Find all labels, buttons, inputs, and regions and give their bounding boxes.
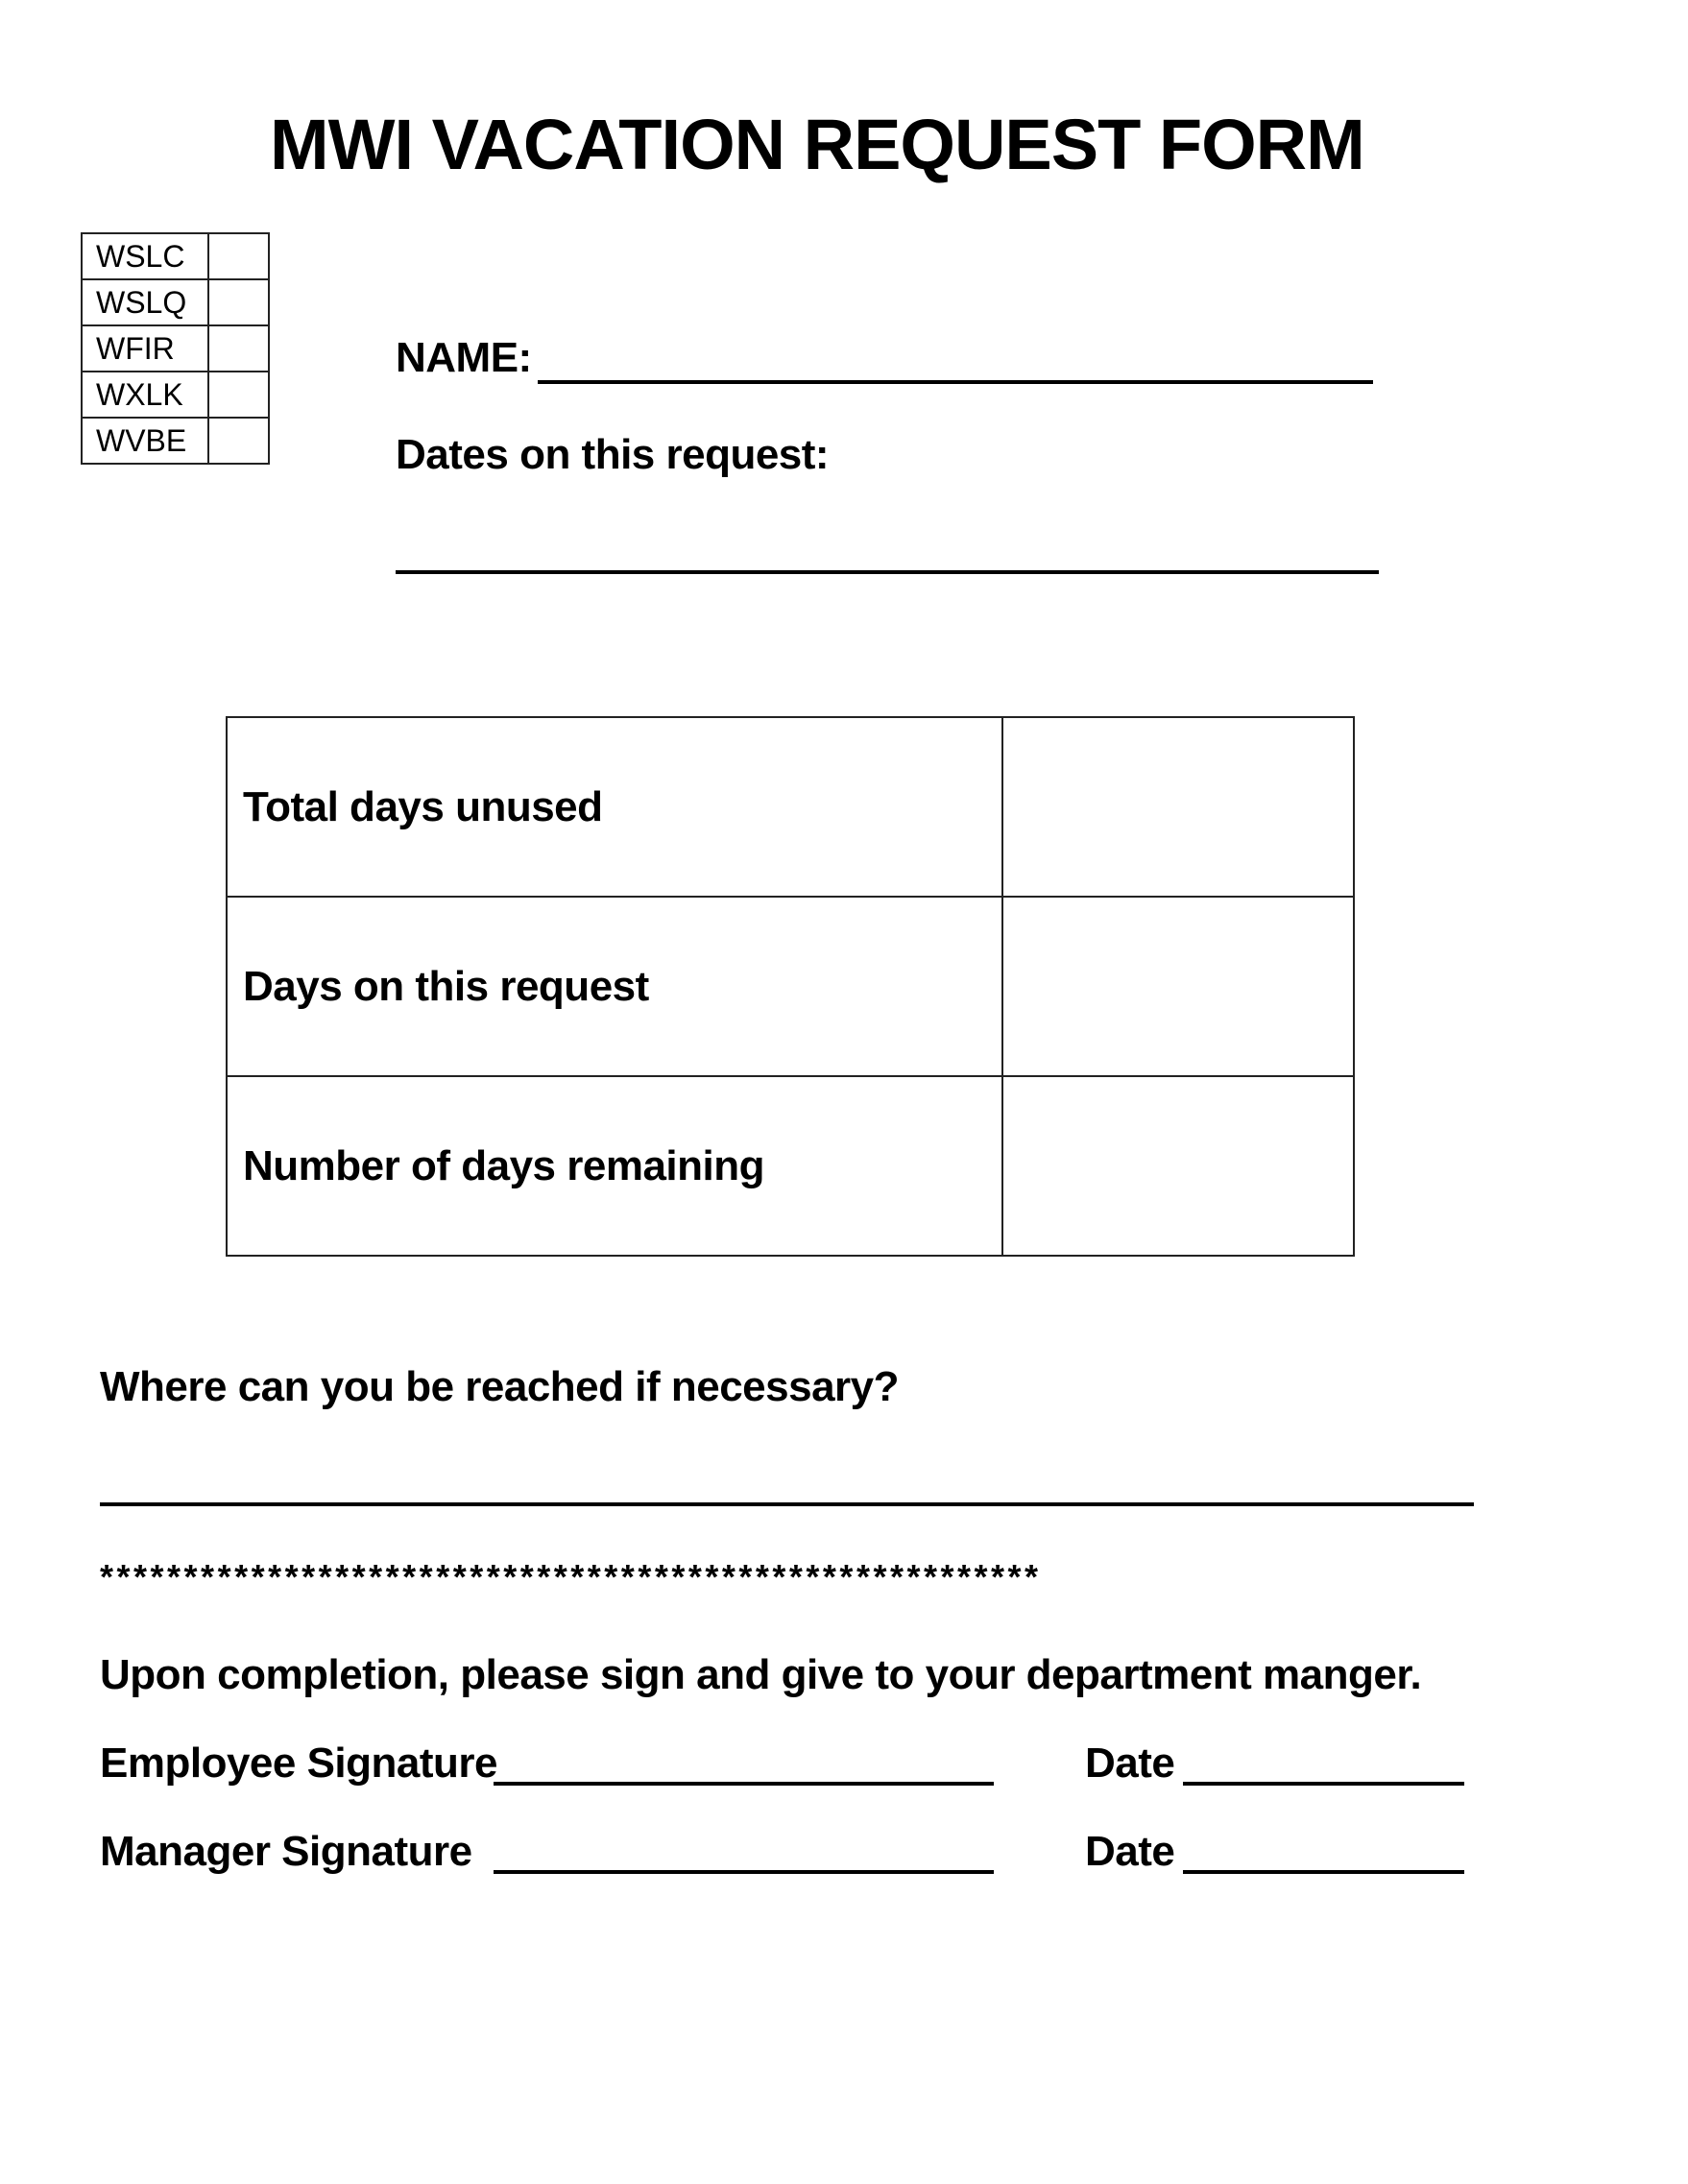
name-field[interactable]: [538, 380, 1373, 384]
total-days-unused-label: Total days unused: [226, 716, 1003, 898]
days-remaining-label: Number of days remaining: [226, 1075, 1003, 1257]
days-remaining-field[interactable]: [1001, 1075, 1355, 1257]
location-checkbox[interactable]: [207, 232, 270, 280]
location-row: WVBE: [81, 417, 270, 465]
location-checkbox[interactable]: [207, 417, 270, 465]
separator: ****************************************…: [100, 1557, 1042, 1596]
instructions: Upon completion, please sign and give to…: [100, 1651, 1422, 1698]
location-checkbox[interactable]: [207, 371, 270, 419]
table-row: Days on this request: [226, 896, 1355, 1077]
contact-question: Where can you be reached if necessary?: [100, 1363, 900, 1410]
location-code: WSLC: [81, 232, 209, 280]
location-checklist: WSLC WSLQ WFIR WXLK WVBE: [81, 232, 270, 465]
manager-date-field[interactable]: [1183, 1870, 1464, 1874]
days-on-request-field[interactable]: [1001, 896, 1355, 1077]
name-label: NAME:: [396, 334, 532, 381]
manager-date-label: Date: [1085, 1828, 1175, 1875]
location-row: WXLK: [81, 371, 270, 419]
table-row: Number of days remaining: [226, 1075, 1355, 1257]
days-table: Total days unused Days on this request N…: [226, 716, 1355, 1257]
employee-signature-field[interactable]: [494, 1782, 994, 1786]
days-on-request-label: Days on this request: [226, 896, 1003, 1077]
form-title: MWI VACATION REQUEST FORM: [270, 105, 1365, 184]
employee-date-label: Date: [1085, 1740, 1175, 1787]
contact-field[interactable]: [100, 1502, 1474, 1506]
location-code: WSLQ: [81, 278, 209, 326]
table-row: Total days unused: [226, 716, 1355, 898]
location-row: WSLQ: [81, 278, 270, 326]
location-code: WVBE: [81, 417, 209, 465]
location-checkbox[interactable]: [207, 278, 270, 326]
location-row: WFIR: [81, 324, 270, 372]
manager-signature-label: Manager Signature: [100, 1828, 472, 1875]
manager-signature-field[interactable]: [494, 1870, 994, 1874]
location-row: WSLC: [81, 232, 270, 280]
employee-date-field[interactable]: [1183, 1782, 1464, 1786]
location-code: WFIR: [81, 324, 209, 372]
total-days-unused-field[interactable]: [1001, 716, 1355, 898]
dates-label: Dates on this request:: [396, 431, 830, 478]
employee-signature-label: Employee Signature: [100, 1740, 498, 1787]
dates-field[interactable]: [396, 570, 1379, 574]
location-code: WXLK: [81, 371, 209, 419]
location-checkbox[interactable]: [207, 324, 270, 372]
